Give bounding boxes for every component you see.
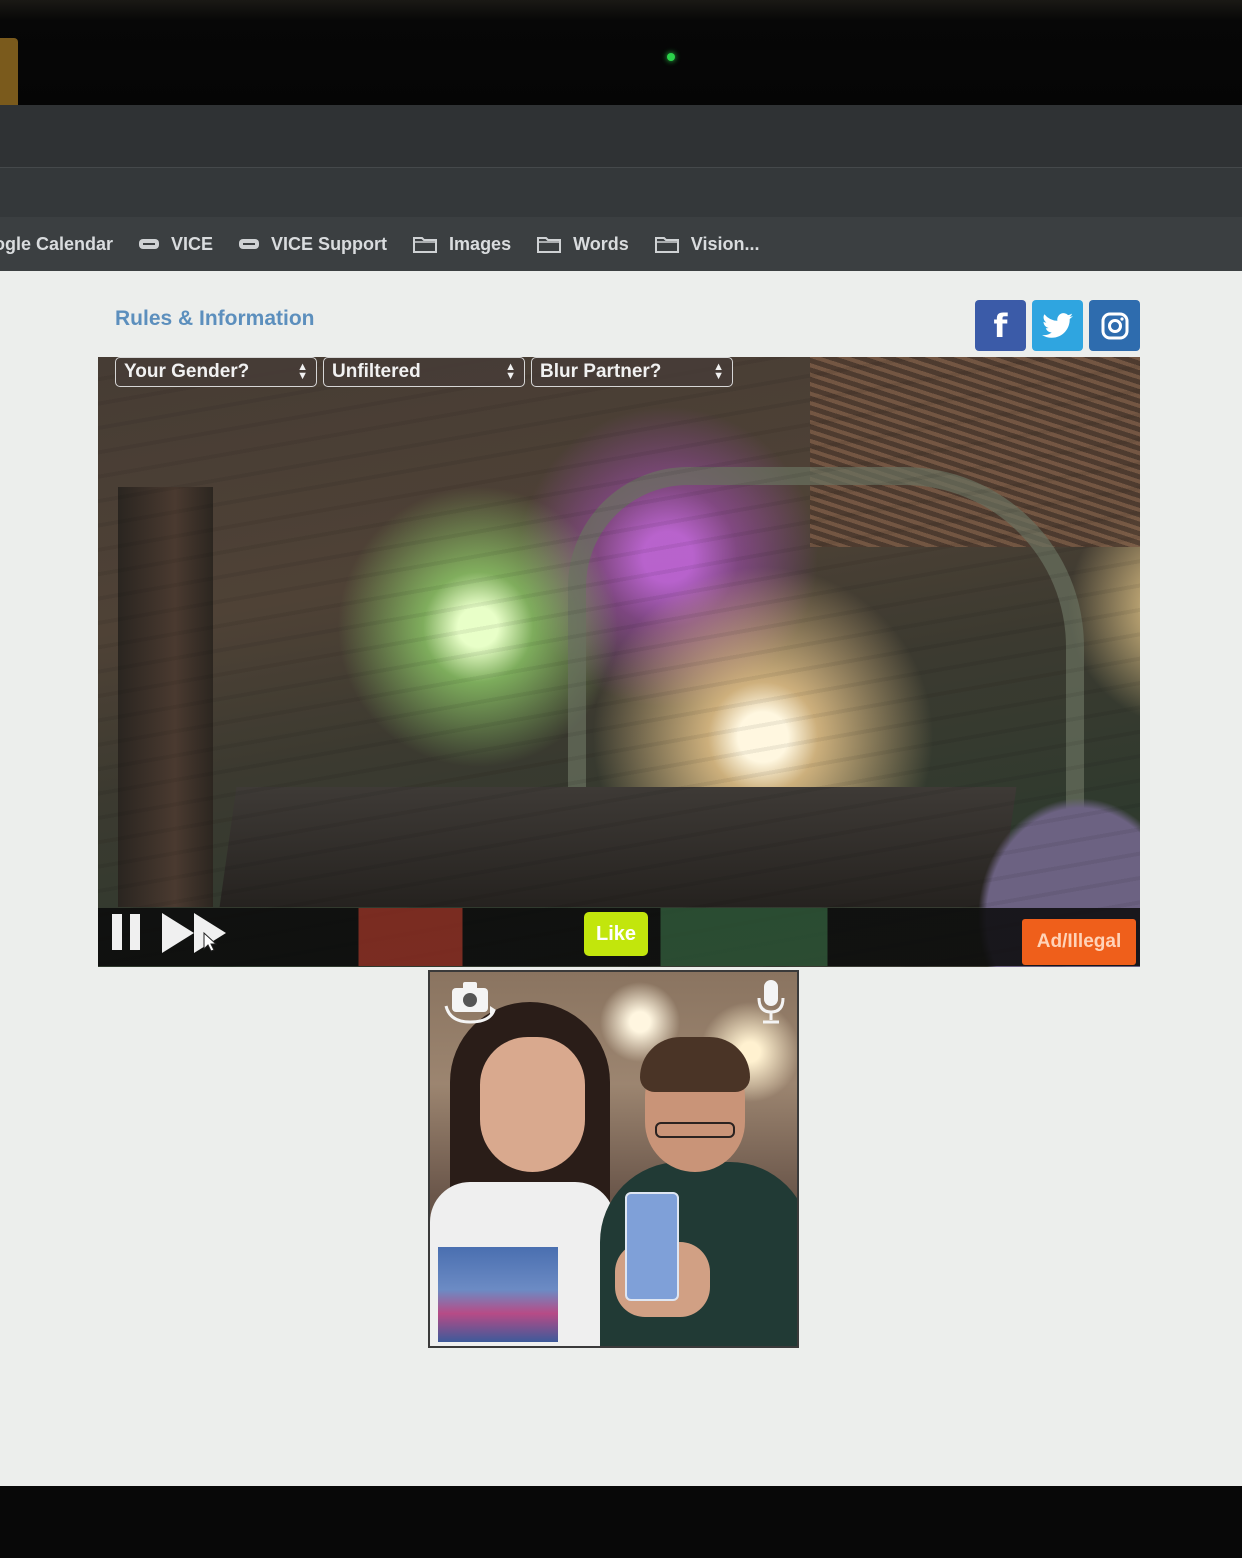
bookmark-label: Images [449, 233, 512, 254]
next-partner-icon[interactable] [160, 911, 236, 955]
facebook-button[interactable]: f [975, 300, 1026, 351]
self-video [428, 970, 799, 1348]
self-video-phone [625, 1192, 679, 1301]
folder-icon [537, 237, 562, 253]
bookmark-label: VICE [171, 233, 214, 254]
select-arrows-icon: ▲ ▼ [505, 361, 516, 382]
chat-page: Rules & Information f Your Gender? ▲ ▼ Un… [0, 271, 1242, 1486]
instagram-icon [1101, 312, 1128, 339]
folder-icon [413, 237, 438, 253]
blur-select-value: Blur Partner? [540, 361, 662, 382]
bookmark-label: Vision... [690, 233, 760, 254]
select-arrows-icon: ▲ ▼ [297, 361, 308, 382]
self-video-shirt-print [438, 1247, 558, 1342]
bookmark-folder-vision[interactable]: Vision... [654, 233, 760, 255]
webcam-led [667, 53, 675, 61]
twitter-icon [1041, 312, 1073, 338]
bookmark-folder-words[interactable]: Words [537, 234, 629, 255]
report-ad-illegal-button[interactable]: Ad/Illegal [1022, 919, 1136, 965]
blur-select[interactable]: Blur Partner? ▲ ▼ [531, 357, 733, 387]
like-button[interactable]: Like [584, 912, 648, 956]
twitter-button[interactable] [1032, 300, 1083, 351]
filter-select-value: Unfiltered [332, 361, 421, 382]
rules-information-link[interactable]: Rules & Information [115, 307, 315, 331]
filter-selects: Your Gender? ▲ ▼ Unfiltered ▲ ▼ Blur Partn… [115, 357, 733, 387]
microphone-icon[interactable] [756, 978, 786, 1026]
bookmark-folder-images[interactable]: Images [413, 234, 511, 255]
monitor-bezel-bottom [0, 1486, 1242, 1558]
select-arrows-icon: ▲ ▼ [713, 361, 724, 382]
bookmark-label: Words [573, 233, 629, 254]
bookmark-label: VICE Support [271, 233, 388, 254]
bookmark-google-calendar[interactable]: ogle Calendar [0, 234, 113, 255]
link-icon [139, 239, 160, 249]
facebook-icon: f [993, 306, 1008, 345]
folder-icon [654, 237, 679, 253]
gender-select[interactable]: Your Gender? ▲ ▼ [115, 357, 317, 387]
bookmarks-bar: ogle Calendar VICE VICE Support Images W… [0, 217, 1242, 271]
bookmark-vice-support[interactable]: VICE Support [239, 234, 387, 255]
self-video-person-face [480, 1037, 585, 1172]
self-video-person2-glasses [655, 1122, 735, 1138]
bookmark-label: ogle Calendar [0, 233, 114, 254]
gender-select-value: Your Gender? [124, 361, 250, 382]
monitor-bezel-top [0, 0, 1242, 105]
bookmark-vice[interactable]: VICE [139, 234, 213, 255]
partner-video [98, 357, 1140, 967]
browser-title-bar [0, 105, 1242, 167]
pause-icon[interactable] [112, 914, 142, 950]
self-video-person2-hair [640, 1037, 750, 1092]
instagram-button[interactable] [1089, 300, 1140, 351]
browser-address-area [0, 167, 1242, 218]
social-links: f [975, 300, 1140, 351]
video-scene-texture [98, 357, 1140, 967]
camera-switch-icon[interactable] [442, 976, 498, 1024]
link-icon [239, 239, 260, 249]
filter-select[interactable]: Unfiltered ▲ ▼ [323, 357, 525, 387]
